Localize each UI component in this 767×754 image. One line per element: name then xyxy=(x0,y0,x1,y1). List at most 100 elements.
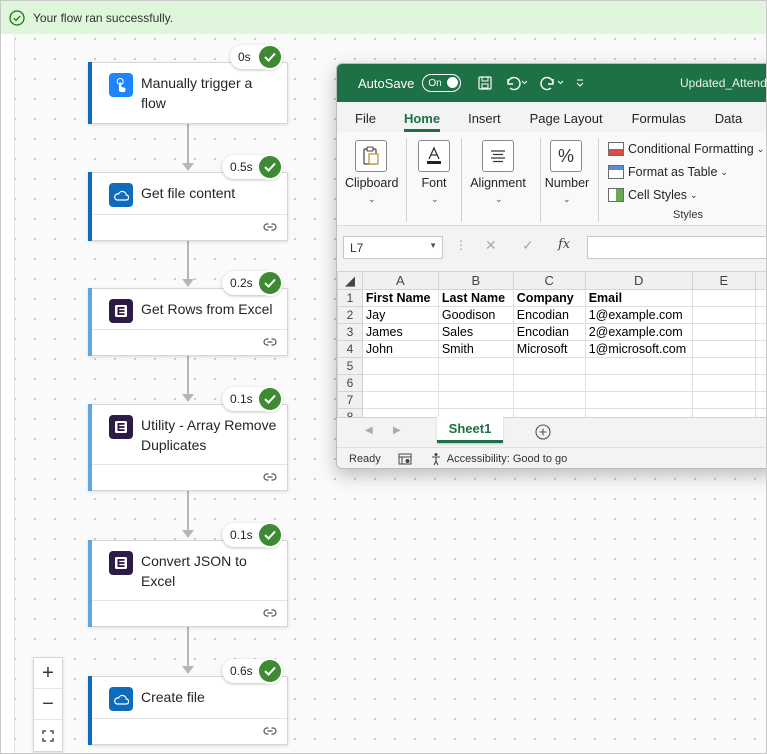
cell[interactable] xyxy=(512,357,586,375)
cell[interactable]: Microsoft xyxy=(512,340,586,358)
formula-input[interactable] xyxy=(587,236,766,259)
flow-step-manual-trigger[interactable]: Manually trigger a flow xyxy=(88,62,288,124)
column-header[interactable]: D xyxy=(584,271,693,290)
cell[interactable]: 1@example.com xyxy=(584,306,693,324)
column-header[interactable]: A xyxy=(361,271,439,290)
customize-quick-access-icon[interactable] xyxy=(575,78,585,88)
cell[interactable] xyxy=(691,357,757,375)
flow-step-get-rows-from-excel[interactable]: Get Rows from Excel xyxy=(88,288,288,356)
row-header[interactable]: 4 xyxy=(337,340,363,358)
cell[interactable]: First Name xyxy=(361,289,439,307)
format-as-table-button[interactable]: Format as Table ⌄ xyxy=(608,165,728,179)
cell[interactable] xyxy=(755,306,766,324)
scroll-right-icon[interactable]: ▶ xyxy=(393,425,401,436)
row-header[interactable]: 7 xyxy=(337,391,363,409)
link-icon[interactable] xyxy=(263,337,277,347)
row-header[interactable]: 5 xyxy=(337,357,363,375)
zoom-in-button[interactable]: + xyxy=(34,658,62,689)
cell[interactable] xyxy=(755,289,766,307)
undo-icon[interactable] xyxy=(503,75,529,91)
cell[interactable]: Encodian xyxy=(512,306,586,324)
alignment-button[interactable] xyxy=(482,140,514,172)
row-header[interactable]: 2 xyxy=(337,306,363,324)
enter-check-icon[interactable]: ✓ xyxy=(522,237,534,254)
cell[interactable] xyxy=(361,357,439,375)
link-icon[interactable] xyxy=(263,726,277,736)
cell[interactable] xyxy=(437,374,514,392)
number-button[interactable]: % xyxy=(550,140,582,172)
zoom-out-button[interactable]: − xyxy=(34,689,62,720)
select-all-corner[interactable]: ◢ xyxy=(337,271,363,290)
cell[interactable] xyxy=(437,357,514,375)
link-icon[interactable] xyxy=(263,608,277,618)
cell[interactable] xyxy=(691,374,757,392)
column-header[interactable]: B xyxy=(437,271,514,290)
autosave-toggle[interactable]: On xyxy=(422,74,462,92)
add-sheet-icon[interactable] xyxy=(535,424,551,440)
cell[interactable]: Last Name xyxy=(437,289,514,307)
column-header[interactable] xyxy=(755,271,766,290)
link-icon[interactable] xyxy=(263,222,277,232)
cell[interactable] xyxy=(691,391,757,409)
save-icon[interactable] xyxy=(477,75,493,91)
cell[interactable]: Encodian xyxy=(512,323,586,341)
fit-view-button[interactable] xyxy=(34,720,62,751)
row-header[interactable]: 6 xyxy=(337,374,363,392)
cell[interactable]: Goodison xyxy=(437,306,514,324)
row-header[interactable]: 1 xyxy=(337,289,363,307)
cell[interactable] xyxy=(584,374,693,392)
cell[interactable] xyxy=(691,323,757,341)
font-button[interactable] xyxy=(418,140,450,172)
cell[interactable]: Smith xyxy=(437,340,514,358)
macro-record-icon[interactable] xyxy=(398,453,412,465)
cell[interactable] xyxy=(584,357,693,375)
cell[interactable]: Jay xyxy=(361,306,439,324)
conditional-formatting-button[interactable]: Conditional Formatting ⌄ xyxy=(608,142,764,156)
flow-step-convert-json-to-excel[interactable]: Convert JSON to Excel xyxy=(88,540,288,627)
flow-step-array-remove-duplicates[interactable]: Utility - Array Remove Duplicates xyxy=(88,404,288,491)
clipboard-button[interactable] xyxy=(355,140,387,172)
tab-page-layout[interactable]: Page Layout xyxy=(530,111,603,132)
cell[interactable] xyxy=(361,391,439,409)
tab-data[interactable]: Data xyxy=(715,111,742,132)
cell[interactable]: 1@microsoft.com xyxy=(584,340,693,358)
cell[interactable]: 2@example.com xyxy=(584,323,693,341)
cell[interactable] xyxy=(361,374,439,392)
tab-insert[interactable]: Insert xyxy=(468,111,501,132)
cell[interactable] xyxy=(691,289,757,307)
cell[interactable] xyxy=(512,374,586,392)
tab-home[interactable]: Home xyxy=(403,111,441,132)
tab-file[interactable]: File xyxy=(355,111,376,132)
cell-styles-button[interactable]: Cell Styles ⌄ xyxy=(608,188,698,202)
cell[interactable]: Sales xyxy=(437,323,514,341)
cell[interactable] xyxy=(755,340,766,358)
link-icon[interactable] xyxy=(263,472,277,482)
tab-formulas[interactable]: Formulas xyxy=(632,111,686,132)
cell[interactable] xyxy=(512,391,586,409)
cancel-icon[interactable]: ✕ xyxy=(485,237,497,254)
cell[interactable] xyxy=(691,340,757,358)
cell[interactable] xyxy=(755,357,766,375)
cell[interactable]: Email xyxy=(584,289,693,307)
flow-step-get-file-content[interactable]: Get file content xyxy=(88,172,288,241)
cell[interactable] xyxy=(755,323,766,341)
name-box[interactable]: L7 ▼ xyxy=(343,236,443,259)
column-header[interactable]: C xyxy=(512,271,586,290)
cell[interactable]: John xyxy=(361,340,439,358)
cell[interactable]: James xyxy=(361,323,439,341)
insert-function-icon[interactable]: fx xyxy=(558,237,570,252)
redo-icon[interactable] xyxy=(539,75,565,91)
column-header[interactable]: E xyxy=(691,271,757,290)
scroll-left-icon[interactable]: ◀ xyxy=(365,425,373,436)
row-header[interactable]: 3 xyxy=(337,323,363,341)
accessibility-icon[interactable] xyxy=(430,452,444,466)
cell[interactable] xyxy=(755,391,766,409)
cell[interactable]: Company xyxy=(512,289,586,307)
cell[interactable] xyxy=(755,374,766,392)
sheet-tab[interactable]: Sheet1 xyxy=(437,417,503,443)
flow-step-create-file[interactable]: Create file xyxy=(88,676,288,745)
cell[interactable] xyxy=(691,306,757,324)
cell[interactable] xyxy=(584,391,693,409)
status-accessibility[interactable]: Accessibility: Good to go xyxy=(447,453,567,465)
cell[interactable] xyxy=(437,391,514,409)
